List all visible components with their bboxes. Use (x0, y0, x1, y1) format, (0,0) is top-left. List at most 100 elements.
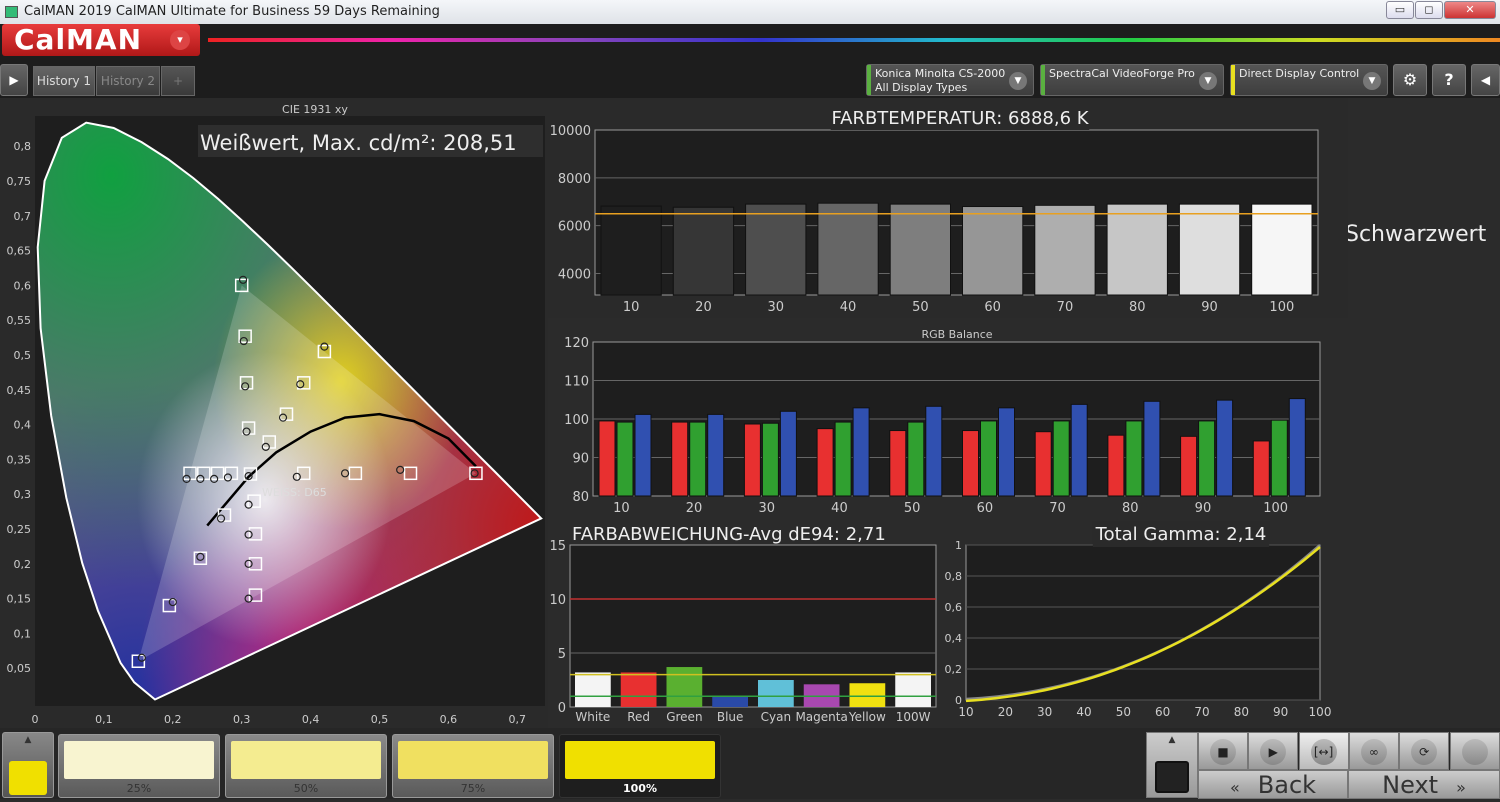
chevron-down-icon[interactable]: ▾ (170, 30, 190, 50)
y-tick-label: 120 (564, 336, 589, 351)
swatch-color (398, 741, 548, 779)
deviation-bar (758, 680, 794, 707)
loop-icon-button[interactable]: ∞ (1348, 732, 1399, 770)
deviation-bar (575, 672, 611, 707)
deviation-bar (620, 672, 657, 707)
chart-title: Total Gamma: 2,14 (1095, 524, 1267, 545)
y-tick-label: 90 (572, 452, 589, 467)
up-icon[interactable]: ▲ (3, 735, 53, 745)
chevron-down-icon: ▼ (1363, 72, 1381, 90)
back-label: Back (1257, 771, 1317, 799)
temperature-bar (1034, 204, 1096, 296)
saturation-swatch[interactable]: 50% (225, 734, 387, 798)
record-icon (1461, 739, 1488, 765)
x-tick-label: 60 (977, 501, 994, 516)
generator-dropdown[interactable]: SpectraCal VideoForge Pro ▼ (1040, 64, 1224, 96)
status-bar (1231, 65, 1235, 95)
gear-icon[interactable]: ⚙ (1393, 64, 1427, 96)
y-tick-label: 0,25 (7, 523, 32, 536)
bottom-bar: ▲ 25% 50% 75% 100% ▲ ■ ▶ [↔] ∞ ⟳ « Back Next » (0, 728, 1500, 799)
minimize-button[interactable]: ▭ (1386, 1, 1414, 19)
stop-icon-button[interactable]: ■ (1198, 732, 1248, 770)
x-tick-label: 100W (896, 710, 931, 724)
rgb-bar (852, 407, 870, 497)
y-tick-label: 6000 (558, 220, 591, 235)
y-tick-label: 0,8 (14, 140, 32, 153)
x-tick-label: 70 (1057, 300, 1074, 315)
y-tick-label: 0,6 (945, 601, 963, 614)
stop-icon: ■ (1210, 739, 1236, 765)
back-button[interactable]: « Back (1198, 770, 1348, 799)
rgb-bar (1052, 420, 1070, 497)
meter-dropdown[interactable]: Konica Minolta CS-2000 All Display Types ▼ (866, 64, 1034, 96)
y-tick-label: 0 (558, 701, 566, 716)
rgb-bar (998, 407, 1015, 497)
generator-name: SpectraCal VideoForge Pro (1049, 67, 1195, 80)
rgb-bar (980, 420, 997, 497)
tab-history-2[interactable]: History 2 (96, 66, 160, 96)
title-bar: CalMAN 2019 CalMAN Ultimate for Business… (0, 0, 1500, 24)
saturation-swatch[interactable]: 75% (392, 734, 554, 798)
restore-button[interactable]: ◻ (1415, 1, 1443, 19)
x-tick-label: 20 (686, 501, 703, 516)
color-swatch-panel[interactable]: ▲ (2, 732, 54, 798)
x-tick-label: 0,6 (440, 713, 458, 726)
chevron-down-icon: ▼ (1199, 72, 1217, 90)
app-header: CalMAN ▾ (0, 24, 1500, 62)
y-tick-label: 80 (572, 490, 589, 505)
fit-icon-button[interactable]: [↔] (1298, 732, 1349, 770)
y-tick-label: 0,7 (14, 210, 32, 223)
y-tick-label: 10 (549, 593, 566, 608)
deviation-bar (666, 667, 703, 707)
y-tick-label: 0,8 (945, 570, 963, 583)
y-tick-label: 0,65 (7, 245, 32, 258)
chevron-down-icon: ▼ (1009, 72, 1027, 90)
y-tick-label: 0,4 (14, 419, 32, 432)
display-dropdown[interactable]: Direct Display Control ▼ (1230, 64, 1388, 96)
temperature-bar (889, 203, 952, 296)
y-tick-label: 0,3 (14, 488, 32, 501)
chart-title: RGB Balance (921, 328, 992, 341)
help-icon[interactable]: ? (1432, 64, 1466, 96)
white-luminance-label: Weißwert, Max. cd/m²: 208,51 (200, 131, 517, 155)
next-button[interactable]: Next » (1348, 770, 1500, 799)
record-icon-button[interactable] (1449, 732, 1500, 770)
pattern-panel[interactable]: ▲ (1146, 732, 1198, 798)
swatch-color (565, 741, 715, 779)
window-title: CalMAN 2019 CalMAN Ultimate for Business… (24, 4, 440, 19)
y-tick-label: 0,2 (945, 663, 963, 676)
rgb-bar (962, 430, 979, 497)
x-tick-label: 0 (32, 713, 39, 726)
x-tick-label: 0,2 (164, 713, 182, 726)
collapse-panel-icon[interactable]: ◀ (1471, 64, 1500, 96)
y-tick-label: 100 (564, 413, 589, 428)
play-icon[interactable]: ▶ (0, 64, 28, 96)
close-button[interactable]: ✕ (1444, 1, 1496, 19)
x-tick-label: 30 (758, 501, 775, 516)
y-tick-label: 0,45 (7, 384, 32, 397)
y-tick-label: 15 (549, 539, 566, 554)
refresh-icon-button[interactable]: ⟳ (1399, 732, 1450, 770)
y-tick-label: 110 (564, 375, 589, 390)
saturation-swatch[interactable]: 100% (559, 734, 721, 798)
x-tick-label: Green (666, 710, 702, 724)
x-tick-label: 10 (958, 705, 973, 719)
rgb-bar (889, 430, 907, 497)
play-icon-button[interactable]: ▶ (1248, 732, 1299, 770)
y-tick-label: 0,75 (7, 175, 32, 188)
rgb-bar (707, 413, 725, 497)
y-tick-label: 4000 (558, 267, 591, 282)
up-icon[interactable]: ▲ (1147, 735, 1197, 745)
saturation-swatch[interactable]: 25% (58, 734, 220, 798)
color-temperature-chart: 4000 6000 8000 10000 10 20 30 40 50 60 70 80 90 100 FA… (550, 104, 1319, 315)
swatch-color (64, 741, 214, 779)
tab-history-1[interactable]: History 1 (33, 66, 95, 96)
x-tick-label: 90 (1273, 705, 1288, 719)
add-tab-button[interactable]: + (161, 66, 195, 96)
deviation-bar (895, 672, 931, 707)
x-tick-label: 20 (998, 705, 1013, 719)
swatch-color (231, 741, 381, 779)
rgb-bar (834, 421, 852, 497)
x-tick-label: 40 (1076, 705, 1091, 719)
chart-title: FARBTEMPERATUR: 6888,6 K (831, 108, 1089, 129)
